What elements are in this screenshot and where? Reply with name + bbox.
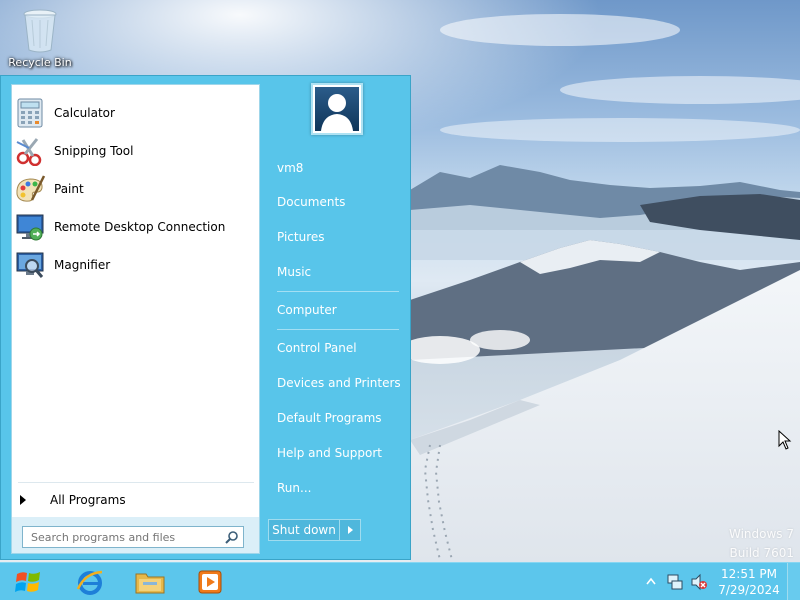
- arrow-right-icon: [20, 495, 26, 505]
- shutdown-options-button[interactable]: [340, 520, 360, 540]
- start-menu-links-pane: vm8 Documents Pictures Music Computer Co…: [261, 76, 411, 561]
- search-icon[interactable]: [225, 530, 239, 544]
- internet-explorer-icon: [76, 570, 103, 595]
- start-menu: Calculator Snipping Tool Paint Remote De…: [0, 75, 411, 560]
- show-desktop-button[interactable]: [787, 563, 800, 600]
- mouse-cursor-icon: [778, 430, 792, 450]
- program-paint[interactable]: Paint: [12, 171, 259, 207]
- media-player-icon: [198, 570, 222, 594]
- start-menu-programs-pane: Calculator Snipping Tool Paint Remote De…: [11, 84, 260, 554]
- paint-palette-icon: [14, 173, 46, 205]
- taskbar: 12:51 PM 7/29/2024: [0, 562, 800, 600]
- arrow-right-icon: [347, 526, 353, 534]
- recycle-bin[interactable]: Recycle Bin: [4, 6, 76, 69]
- search-box[interactable]: [22, 526, 244, 548]
- program-label: Magnifier: [54, 258, 111, 272]
- program-calculator[interactable]: Calculator: [12, 95, 259, 131]
- watermark-version: Windows 7: [728, 527, 794, 541]
- user-picture[interactable]: [311, 83, 363, 135]
- search-area: [12, 517, 259, 553]
- taskbar-media-player[interactable]: [188, 565, 232, 599]
- link-default-programs[interactable]: Default Programs: [277, 408, 382, 428]
- link-computer[interactable]: Computer: [277, 300, 337, 320]
- program-label: Calculator: [54, 106, 115, 120]
- calculator-icon: [14, 97, 46, 129]
- link-devices-and-printers[interactable]: Devices and Printers: [277, 373, 401, 393]
- file-explorer-icon: [135, 573, 165, 594]
- recycle-bin-label: Recycle Bin: [8, 56, 72, 69]
- show-hidden-icons-icon[interactable]: [646, 577, 656, 585]
- program-remote-desktop-connection[interactable]: Remote Desktop Connection: [12, 209, 259, 245]
- link-pictures[interactable]: Pictures: [277, 227, 325, 247]
- link-run[interactable]: Run...: [277, 478, 311, 498]
- taskbar-internet-explorer[interactable]: [68, 565, 112, 599]
- magnifier-icon: [14, 249, 46, 281]
- search-input[interactable]: [29, 529, 223, 545]
- start-button[interactable]: [6, 565, 50, 599]
- watermark-build: Build 7601: [729, 546, 794, 560]
- taskbar-file-explorer[interactable]: [128, 565, 172, 599]
- clock-time: 12:51 PM: [721, 567, 777, 581]
- link-help-and-support[interactable]: Help and Support: [277, 443, 382, 463]
- link-documents[interactable]: Documents: [277, 192, 345, 212]
- links-divider: [277, 329, 399, 330]
- recycle-bin-icon: [23, 9, 57, 53]
- program-label: Snipping Tool: [54, 144, 134, 158]
- user-avatar-icon: [315, 87, 359, 131]
- shutdown-button[interactable]: Shut down: [269, 520, 340, 540]
- program-label: Paint: [54, 182, 84, 196]
- scissors-icon: [14, 135, 46, 167]
- volume-muted-icon[interactable]: [690, 573, 708, 591]
- shutdown-control: Shut down: [268, 519, 361, 541]
- windows-start-icon: [15, 572, 40, 592]
- link-user-folder[interactable]: vm8: [277, 158, 303, 178]
- windows-watermark: Windows 7 Build 7601: [729, 525, 794, 562]
- link-control-panel[interactable]: Control Panel: [277, 338, 357, 358]
- program-label: Remote Desktop Connection: [54, 220, 226, 234]
- network-icon[interactable]: [666, 573, 684, 591]
- clock[interactable]: 12:51 PM 7/29/2024: [712, 566, 786, 598]
- all-programs-label: All Programs: [50, 493, 126, 507]
- all-programs-button[interactable]: All Programs: [12, 483, 259, 517]
- link-music[interactable]: Music: [277, 262, 311, 282]
- program-magnifier[interactable]: Magnifier: [12, 247, 259, 283]
- program-snipping-tool[interactable]: Snipping Tool: [12, 133, 259, 169]
- links-divider: [277, 291, 399, 292]
- remote-desktop-icon: [14, 211, 46, 243]
- clock-date: 7/29/2024: [718, 583, 780, 597]
